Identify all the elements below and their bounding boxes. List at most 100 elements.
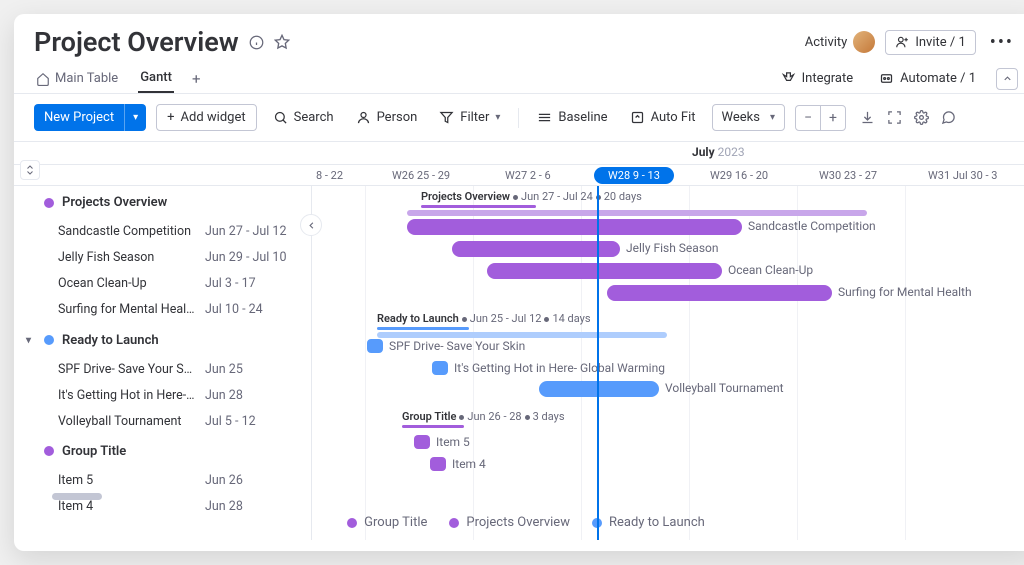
zoom-in-button[interactable]: +: [821, 106, 845, 130]
gantt-bar[interactable]: [539, 381, 659, 397]
group-color-dot: [44, 446, 54, 456]
auto-fit-button[interactable]: Auto Fit: [624, 106, 702, 129]
week-label: W29 16 - 20: [710, 169, 768, 182]
new-project-button[interactable]: New Project ▾: [34, 104, 146, 131]
bar-label: SPF Drive- Save Your Skin: [389, 339, 525, 353]
week-current: W28 9 - 13: [594, 167, 674, 184]
today-line: [597, 186, 599, 540]
legend-item[interactable]: Projects Overview: [449, 515, 570, 530]
month-label: July 2023: [692, 145, 745, 159]
page-title[interactable]: Project Overview: [34, 26, 239, 58]
bar-label: Ocean Clean-Up: [728, 263, 813, 277]
tabs-row: Main Table Gantt + Integrate Automate / …: [14, 58, 1024, 94]
gantt-bar[interactable]: [407, 219, 742, 235]
filter-label: Filter: [460, 110, 489, 125]
week-header: 8 - 22 W26 25 - 29 W27 2 - 6 W28 9 - 13 …: [14, 164, 1024, 186]
scrollbar[interactable]: [52, 493, 102, 500]
bar-label: Surfing for Mental Health: [838, 285, 972, 299]
baseline-label: Baseline: [558, 110, 607, 125]
filter-icon: [439, 110, 454, 125]
baseline-button[interactable]: Baseline: [531, 106, 613, 129]
new-project-label: New Project: [34, 104, 124, 131]
week-label: 8 - 22: [316, 169, 343, 182]
comment-icon[interactable]: [941, 110, 956, 125]
gantt-bar[interactable]: [487, 263, 722, 279]
avatar[interactable]: [853, 31, 875, 53]
chevron-down-icon: ▾: [495, 112, 500, 123]
person-filter-button[interactable]: Person: [350, 106, 424, 129]
tab-gantt[interactable]: Gantt: [138, 64, 174, 93]
person-icon: [356, 110, 371, 125]
week-label: W31 Jul 30 - 3: [928, 169, 997, 182]
star-icon[interactable]: [274, 34, 290, 50]
add-view-button[interactable]: +: [192, 70, 201, 88]
automate-button[interactable]: Automate / 1: [873, 67, 982, 90]
summary-bar: [377, 327, 469, 330]
gantt-bar[interactable]: [367, 339, 383, 353]
integrate-label: Integrate: [802, 71, 854, 86]
gantt-bar[interactable]: [607, 285, 832, 301]
automate-label: Automate / 1: [900, 71, 976, 86]
automate-icon: [879, 71, 894, 86]
download-icon[interactable]: [860, 110, 875, 125]
plus-icon: +: [167, 110, 174, 125]
add-widget-button[interactable]: + Add widget: [156, 104, 256, 131]
filter-button[interactable]: Filter ▾: [433, 106, 506, 129]
tab-main-table[interactable]: Main Table: [34, 65, 120, 92]
fullscreen-icon[interactable]: [887, 110, 902, 125]
group-summary: Projects OverviewJun 27 - Jul 2420 days: [421, 190, 642, 205]
collapse-header-button[interactable]: [996, 68, 1018, 90]
zoom-controls: − +: [795, 105, 846, 131]
group-header[interactable]: Projects Overview: [14, 186, 311, 219]
task-row[interactable]: Surfing for Mental HealthJul 10 - 24: [14, 297, 311, 323]
integrate-button[interactable]: Integrate: [775, 67, 860, 90]
task-row[interactable]: Item 5Jun 26: [14, 468, 311, 494]
timescale-select[interactable]: Weeks ▾: [712, 104, 785, 131]
settings-icon[interactable]: [914, 110, 929, 125]
group-header[interactable]: Group Title: [14, 435, 311, 468]
zoom-out-button[interactable]: −: [796, 106, 821, 130]
legend-item[interactable]: Group Title: [347, 515, 427, 530]
activity-label: Activity: [805, 35, 848, 50]
chevron-down-icon[interactable]: ▾: [124, 104, 146, 131]
gantt-bar[interactable]: [414, 435, 430, 449]
home-icon: [36, 72, 50, 86]
invite-label: Invite / 1: [915, 35, 965, 50]
legend-item[interactable]: Ready to Launch: [592, 515, 705, 530]
week-label: W26 25 - 29: [392, 169, 450, 182]
search-icon: [273, 110, 288, 125]
auto-fit-icon: [630, 110, 645, 125]
gantt-bar[interactable]: [430, 457, 446, 471]
activity-link[interactable]: Activity: [805, 31, 876, 53]
task-row[interactable]: Ocean Clean-UpJul 3 - 17: [14, 271, 311, 297]
tab-main-label: Main Table: [55, 71, 118, 86]
task-row[interactable]: Volleyball TournamentJul 5 - 12: [14, 409, 311, 435]
search-button[interactable]: Search: [267, 106, 340, 129]
gantt-bar[interactable]: [432, 361, 448, 375]
gantt-chart[interactable]: Projects OverviewJun 27 - Jul 2420 days …: [312, 186, 1024, 540]
integrate-icon: [781, 71, 796, 86]
info-icon[interactable]: [249, 35, 264, 50]
summary-bar: [421, 205, 536, 208]
chevron-down-icon[interactable]: ▾: [26, 335, 31, 346]
gantt-bar[interactable]: [452, 241, 620, 257]
collapse-all-button[interactable]: [20, 160, 40, 180]
task-row[interactable]: It's Getting Hot in Here- Glob…Jun 28: [14, 383, 311, 409]
collapse-side-button[interactable]: [300, 214, 322, 236]
summary-bar: [402, 425, 464, 428]
chevron-down-icon: ▾: [770, 112, 775, 123]
task-row[interactable]: Jelly Fish SeasonJun 29 - Jul 10: [14, 245, 311, 271]
task-row[interactable]: Sandcastle CompetitionJun 27 - Jul 12: [14, 219, 311, 245]
baseline-icon: [537, 110, 552, 125]
invite-button[interactable]: Invite / 1: [885, 30, 975, 55]
person-add-icon: [895, 35, 909, 49]
bar-label: Volleyball Tournament: [665, 381, 784, 395]
more-icon[interactable]: •••: [986, 32, 1018, 53]
auto-fit-label: Auto Fit: [651, 110, 696, 125]
task-row[interactable]: SPF Drive- Save Your SkinJun 25: [14, 357, 311, 383]
header: Project Overview Activity Invite / 1 •••: [14, 14, 1024, 58]
legend: Group Title Projects Overview Ready to L…: [14, 515, 1024, 530]
tab-gantt-label: Gantt: [140, 70, 172, 85]
group-name: Projects Overview: [62, 195, 167, 210]
group-header[interactable]: ▾ Ready to Launch: [14, 324, 311, 357]
